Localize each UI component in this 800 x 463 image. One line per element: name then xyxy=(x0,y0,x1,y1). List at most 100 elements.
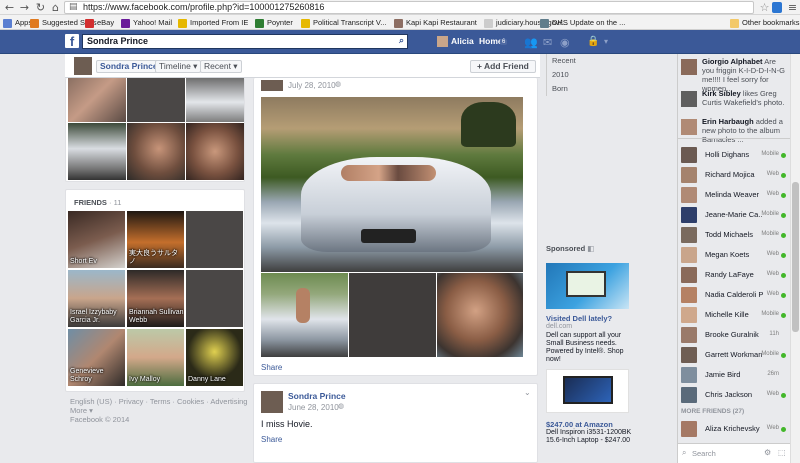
bookmark-item[interactable]: Political Transcript V... xyxy=(301,16,387,29)
chat-contact[interactable]: Holli Dighans Mobile xyxy=(681,146,787,165)
friend-name[interactable]: Israel Izzybaby Garcia Jr. xyxy=(70,309,125,325)
footer-link[interactable]: Cookies xyxy=(177,397,204,406)
ticker-item[interactable]: Giorgio Alphabet Are you friggin K-I-D-D… xyxy=(702,57,788,93)
post-avatar[interactable] xyxy=(261,391,283,413)
post-photo[interactable] xyxy=(349,273,436,357)
friend-tile[interactable]: 実大良うサルタノ xyxy=(127,211,184,268)
user-name-link[interactable]: Alicia xyxy=(451,35,474,47)
bookmark-item[interactable]: Kapi Kapi Restaurant xyxy=(394,16,477,29)
ad-domain[interactable]: dell.com xyxy=(546,323,572,330)
friend-name[interactable]: Short Ev xyxy=(70,258,97,266)
other-bookmarks[interactable]: Other bookmarks xyxy=(730,16,800,29)
expand-icon[interactable]: ⬚ xyxy=(778,448,786,457)
chat-contact[interactable]: Michelle Kille Mobile xyxy=(681,306,787,325)
privacy-shortcuts-icon[interactable]: 🔒 xyxy=(587,36,599,47)
photo-tile[interactable] xyxy=(186,123,244,180)
ad-image-dell[interactable] xyxy=(546,263,629,309)
ad-title[interactable]: Visited Dell lately? xyxy=(546,314,612,323)
footer-link[interactable]: English (US) xyxy=(70,397,112,406)
chat-contact[interactable]: Nadia Calderoli P... Web xyxy=(681,286,787,305)
post-photo[interactable] xyxy=(437,273,523,357)
avatar[interactable] xyxy=(681,91,697,107)
scrollbar[interactable] xyxy=(790,54,800,463)
avatar[interactable] xyxy=(681,119,697,135)
chat-contact[interactable]: Aliza Krichevsky Web xyxy=(681,420,787,439)
chat-contact[interactable]: Melinda Weaver Web xyxy=(681,186,787,205)
post-photo[interactable] xyxy=(261,273,348,357)
photo-tile[interactable] xyxy=(68,123,126,180)
friend-tile[interactable]: Briannah Sullivan Webb xyxy=(127,270,184,327)
search-icon[interactable]: ⌕ xyxy=(399,35,404,48)
friend-name[interactable]: Danny Lane xyxy=(188,376,226,384)
address-bar[interactable]: ▤ https://www.facebook.com/profile.php?i… xyxy=(64,1,754,14)
avatar[interactable] xyxy=(681,59,697,75)
footer-link[interactable]: Privacy xyxy=(119,397,144,406)
more-link[interactable]: More xyxy=(70,406,87,415)
chat-contact[interactable]: Garrett Workman Mobile xyxy=(681,346,787,365)
friend-tile[interactable]: Short Ev xyxy=(68,211,125,268)
footer-link[interactable]: Terms xyxy=(150,397,170,406)
timeline-nav-item[interactable]: 2010 xyxy=(552,68,671,82)
chat-contact[interactable]: Brooke Guralnik 11h xyxy=(681,326,787,345)
bookmark-item[interactable]: Imported From IE xyxy=(178,16,248,29)
notifications-icon[interactable]: ◉ xyxy=(560,36,570,49)
gear-icon[interactable]: ⚙ xyxy=(764,448,771,457)
ticker-item[interactable]: Erin Harbaugh added a new photo to the a… xyxy=(702,117,788,144)
ad-title[interactable]: $247.00 at Amazon xyxy=(546,420,613,429)
friend-name[interactable]: Genevieve Schroy xyxy=(70,368,125,384)
profile-thumbnail[interactable] xyxy=(74,57,92,75)
photo-tile[interactable] xyxy=(68,78,126,122)
post-date[interactable]: July 28, 2010 xyxy=(288,81,336,90)
friend-tile[interactable]: Danny Lane xyxy=(186,329,243,386)
facebook-logo[interactable]: f xyxy=(65,34,79,49)
bookmark-item[interactable]: Poynter xyxy=(255,16,293,29)
timeline-nav-item[interactable]: Born xyxy=(552,82,671,96)
search-input[interactable]: Sondra Prince ⌕ xyxy=(82,34,408,49)
friends-header[interactable]: FRIENDS · 11 xyxy=(74,198,121,207)
photo-tile[interactable] xyxy=(127,123,185,180)
add-friend-button[interactable]: + Add Friend xyxy=(470,60,536,73)
post-author-link[interactable]: Sondra Prince xyxy=(288,391,346,401)
chat-contact[interactable]: Chris Jackson Web xyxy=(681,386,787,405)
friend-tile[interactable]: Ivy Malloy xyxy=(127,329,184,386)
chat-contact[interactable]: Randy LaFaye Web xyxy=(681,266,787,285)
ticker-item[interactable]: Kirk Sibley likes Greg Curtis Wakefield'… xyxy=(702,89,788,107)
bookmark-item[interactable]: Yahoo! Mail xyxy=(121,16,172,29)
photo-tile[interactable] xyxy=(127,78,185,122)
account-menu-icon[interactable]: ▾ xyxy=(604,37,608,46)
back-icon[interactable]: ← xyxy=(3,1,16,14)
chat-search-input[interactable]: Search xyxy=(692,449,716,458)
home-icon[interactable]: ⌂ xyxy=(49,1,62,14)
extension-icon[interactable] xyxy=(772,2,782,13)
bookmark-item[interactable]: eBay xyxy=(85,16,114,29)
menu-icon[interactable]: ≡ xyxy=(786,1,799,14)
avatar[interactable] xyxy=(437,36,448,47)
chat-contact[interactable]: Jamie Bird 26m xyxy=(681,366,787,385)
ad-image-laptop[interactable] xyxy=(546,369,629,413)
share-link[interactable]: Share xyxy=(261,363,282,372)
friend-tile[interactable] xyxy=(186,270,243,327)
star-icon[interactable]: ☆ xyxy=(758,1,771,14)
chat-contact[interactable]: Jeane-Marie Ca... Mobile xyxy=(681,206,787,225)
messages-icon[interactable]: ✉ xyxy=(543,36,552,49)
chevron-down-icon[interactable]: ⌄ xyxy=(524,388,531,397)
post-photo-main[interactable] xyxy=(261,97,523,272)
recent-button[interactable]: Recent ▾ xyxy=(200,60,242,73)
friend-name[interactable]: 実大良うサルタノ xyxy=(129,250,184,266)
post-date[interactable]: June 28, 2010 xyxy=(288,403,339,412)
reload-icon[interactable]: ↻ xyxy=(34,1,47,14)
bookmark-item[interactable]: Apps xyxy=(3,16,32,29)
chat-contact[interactable]: Todd Michaels Mobile xyxy=(681,226,787,245)
chat-contact[interactable]: Richard Mojica Web xyxy=(681,166,787,185)
scrollbar-thumb[interactable] xyxy=(792,182,799,332)
profile-name-button[interactable]: Sondra Prince xyxy=(96,60,162,73)
friend-requests-icon[interactable]: 👥 xyxy=(524,36,538,49)
bookmark-item[interactable]: DHS Update on the ... xyxy=(540,16,625,29)
friend-name[interactable]: Briannah Sullivan Webb xyxy=(129,309,184,325)
timeline-nav-item[interactable]: Recent xyxy=(552,54,671,68)
photo-tile[interactable] xyxy=(186,78,244,122)
footer-link[interactable]: Advertising xyxy=(210,397,247,406)
friend-tile[interactable]: Israel Izzybaby Garcia Jr. xyxy=(68,270,125,327)
post-avatar[interactable] xyxy=(261,80,283,91)
chat-contact[interactable]: Megan Koets Web xyxy=(681,246,787,265)
